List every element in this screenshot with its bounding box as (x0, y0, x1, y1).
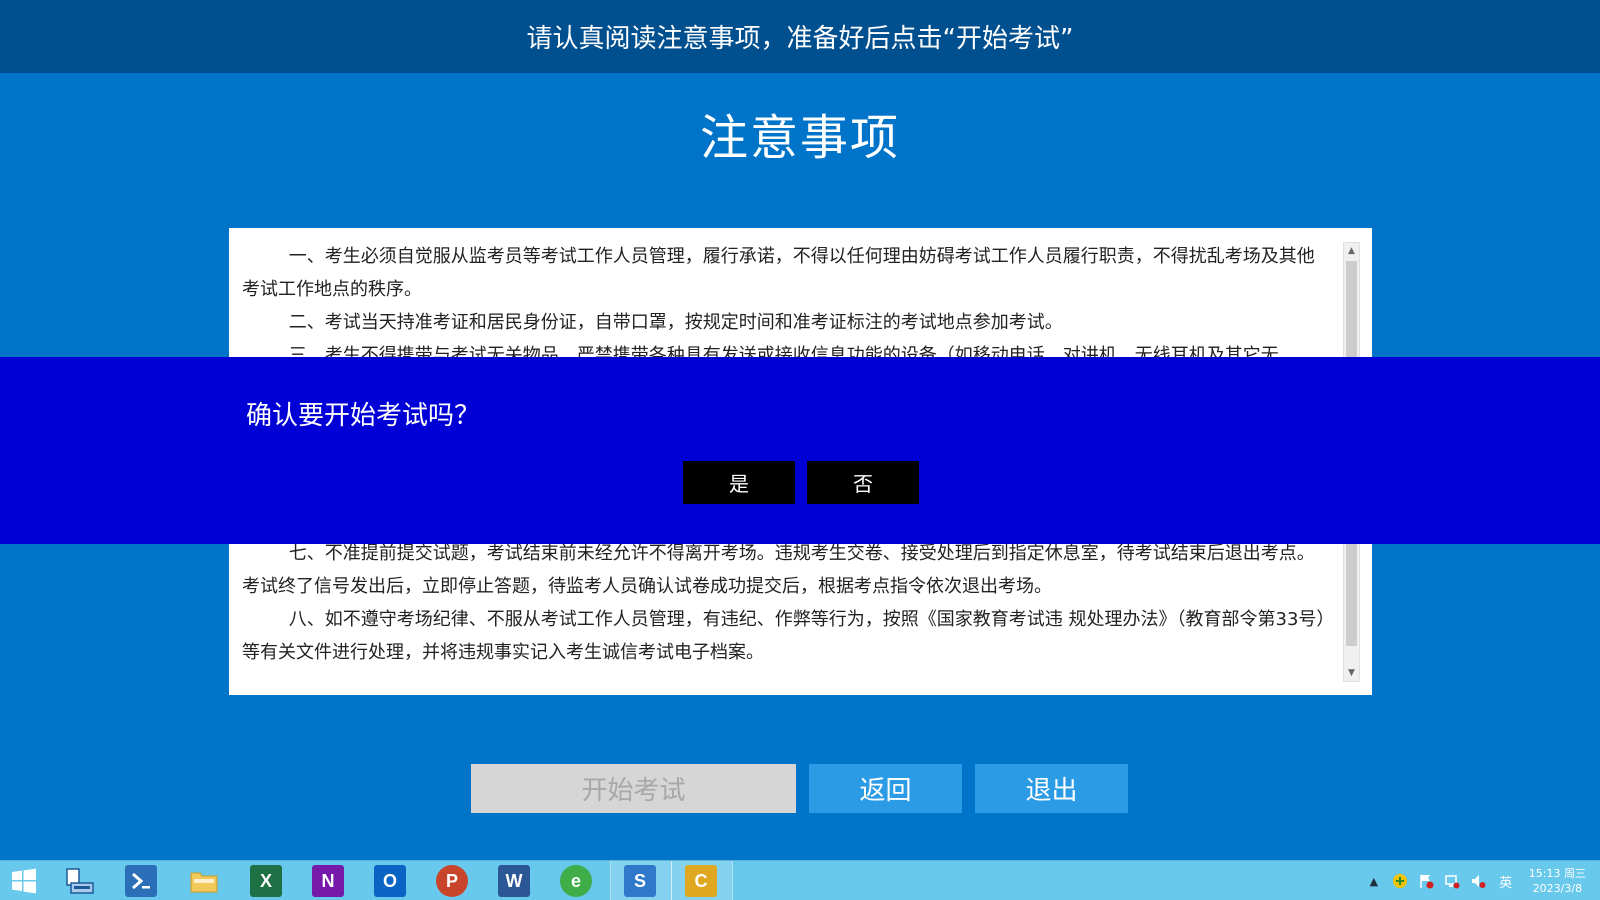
outlook-icon[interactable]: O (374, 865, 406, 897)
confirm-yes-button[interactable]: 是 (683, 461, 795, 504)
file-explorer-icon[interactable] (64, 865, 96, 897)
back-button[interactable]: 返回 (809, 764, 962, 813)
exit-button[interactable]: 退出 (975, 764, 1128, 813)
header-instruction: 请认真阅读注意事项，准备好后点击“开始考试” (526, 24, 1074, 54)
notice-paragraph-7: 七、不准提前提交试题，考试结束前未经允许不得离开考场。违规考生交卷、接受处理后到… (242, 543, 1315, 597)
word-icon[interactable]: W (498, 865, 530, 897)
system-tray: ▲ 英 15:13 周三 2023/3/8 (1361, 861, 1600, 900)
start-exam-button[interactable]: 开始考试 (471, 764, 796, 813)
volume-muted-icon[interactable] (1470, 873, 1486, 889)
browser-icon[interactable]: e (560, 865, 592, 897)
notice-paragraph-1: 一、考生必须自觉服从监考员等考试工作人员管理，履行承诺，不得以任何理由妨碍考试工… (242, 246, 1315, 300)
scroll-up-arrow-icon[interactable]: ▲ (1344, 243, 1359, 259)
page-title: 注意事项 (699, 110, 900, 166)
clock-time: 15:13 周三 (1528, 867, 1586, 880)
action-center-flag-icon[interactable] (1418, 873, 1434, 889)
scroll-down-arrow-icon[interactable]: ▼ (1344, 665, 1359, 681)
powerpoint-icon[interactable]: P (436, 865, 468, 897)
folder-icon[interactable] (188, 865, 220, 897)
notice-paragraph-8: 八、如不遵守考场纪律、不服从考试工作人员管理，有违纪、作弊等行为，按照《国家教育… (242, 609, 1326, 663)
taskbar-clock[interactable]: 15:13 周三 2023/3/8 (1529, 866, 1586, 896)
confirm-dialog: 确认要开始考试吗？ 是 否 (0, 357, 1600, 544)
taskbar: X N O P W e S C ▲ 英 15:13 周三 2023/3/8 (0, 860, 1600, 900)
confirm-no-button[interactable]: 否 (807, 461, 919, 504)
sogou-icon[interactable]: S (624, 865, 656, 897)
onenote-icon[interactable]: N (312, 865, 344, 897)
security-shield-icon[interactable] (1392, 873, 1408, 889)
windows-start-icon[interactable] (0, 861, 48, 900)
show-hidden-icons-icon[interactable]: ▲ (1366, 873, 1382, 889)
header-bar: 请认真阅读注意事项，准备好后点击“开始考试” (0, 0, 1600, 73)
network-icon[interactable] (1444, 873, 1460, 889)
clock-date: 2023/3/8 (1532, 882, 1583, 895)
ime-indicator[interactable]: 英 (1496, 873, 1516, 891)
excel-icon[interactable]: X (250, 865, 282, 897)
confirm-question: 确认要开始考试吗？ (246, 401, 481, 431)
exam-client-icon[interactable]: C (685, 865, 717, 897)
powershell-icon[interactable] (125, 865, 157, 897)
notice-paragraph-2: 二、考试当天持准考证和居民身份证，自带口罩，按规定时间和准考证标注的考试地点参加… (288, 312, 1063, 333)
